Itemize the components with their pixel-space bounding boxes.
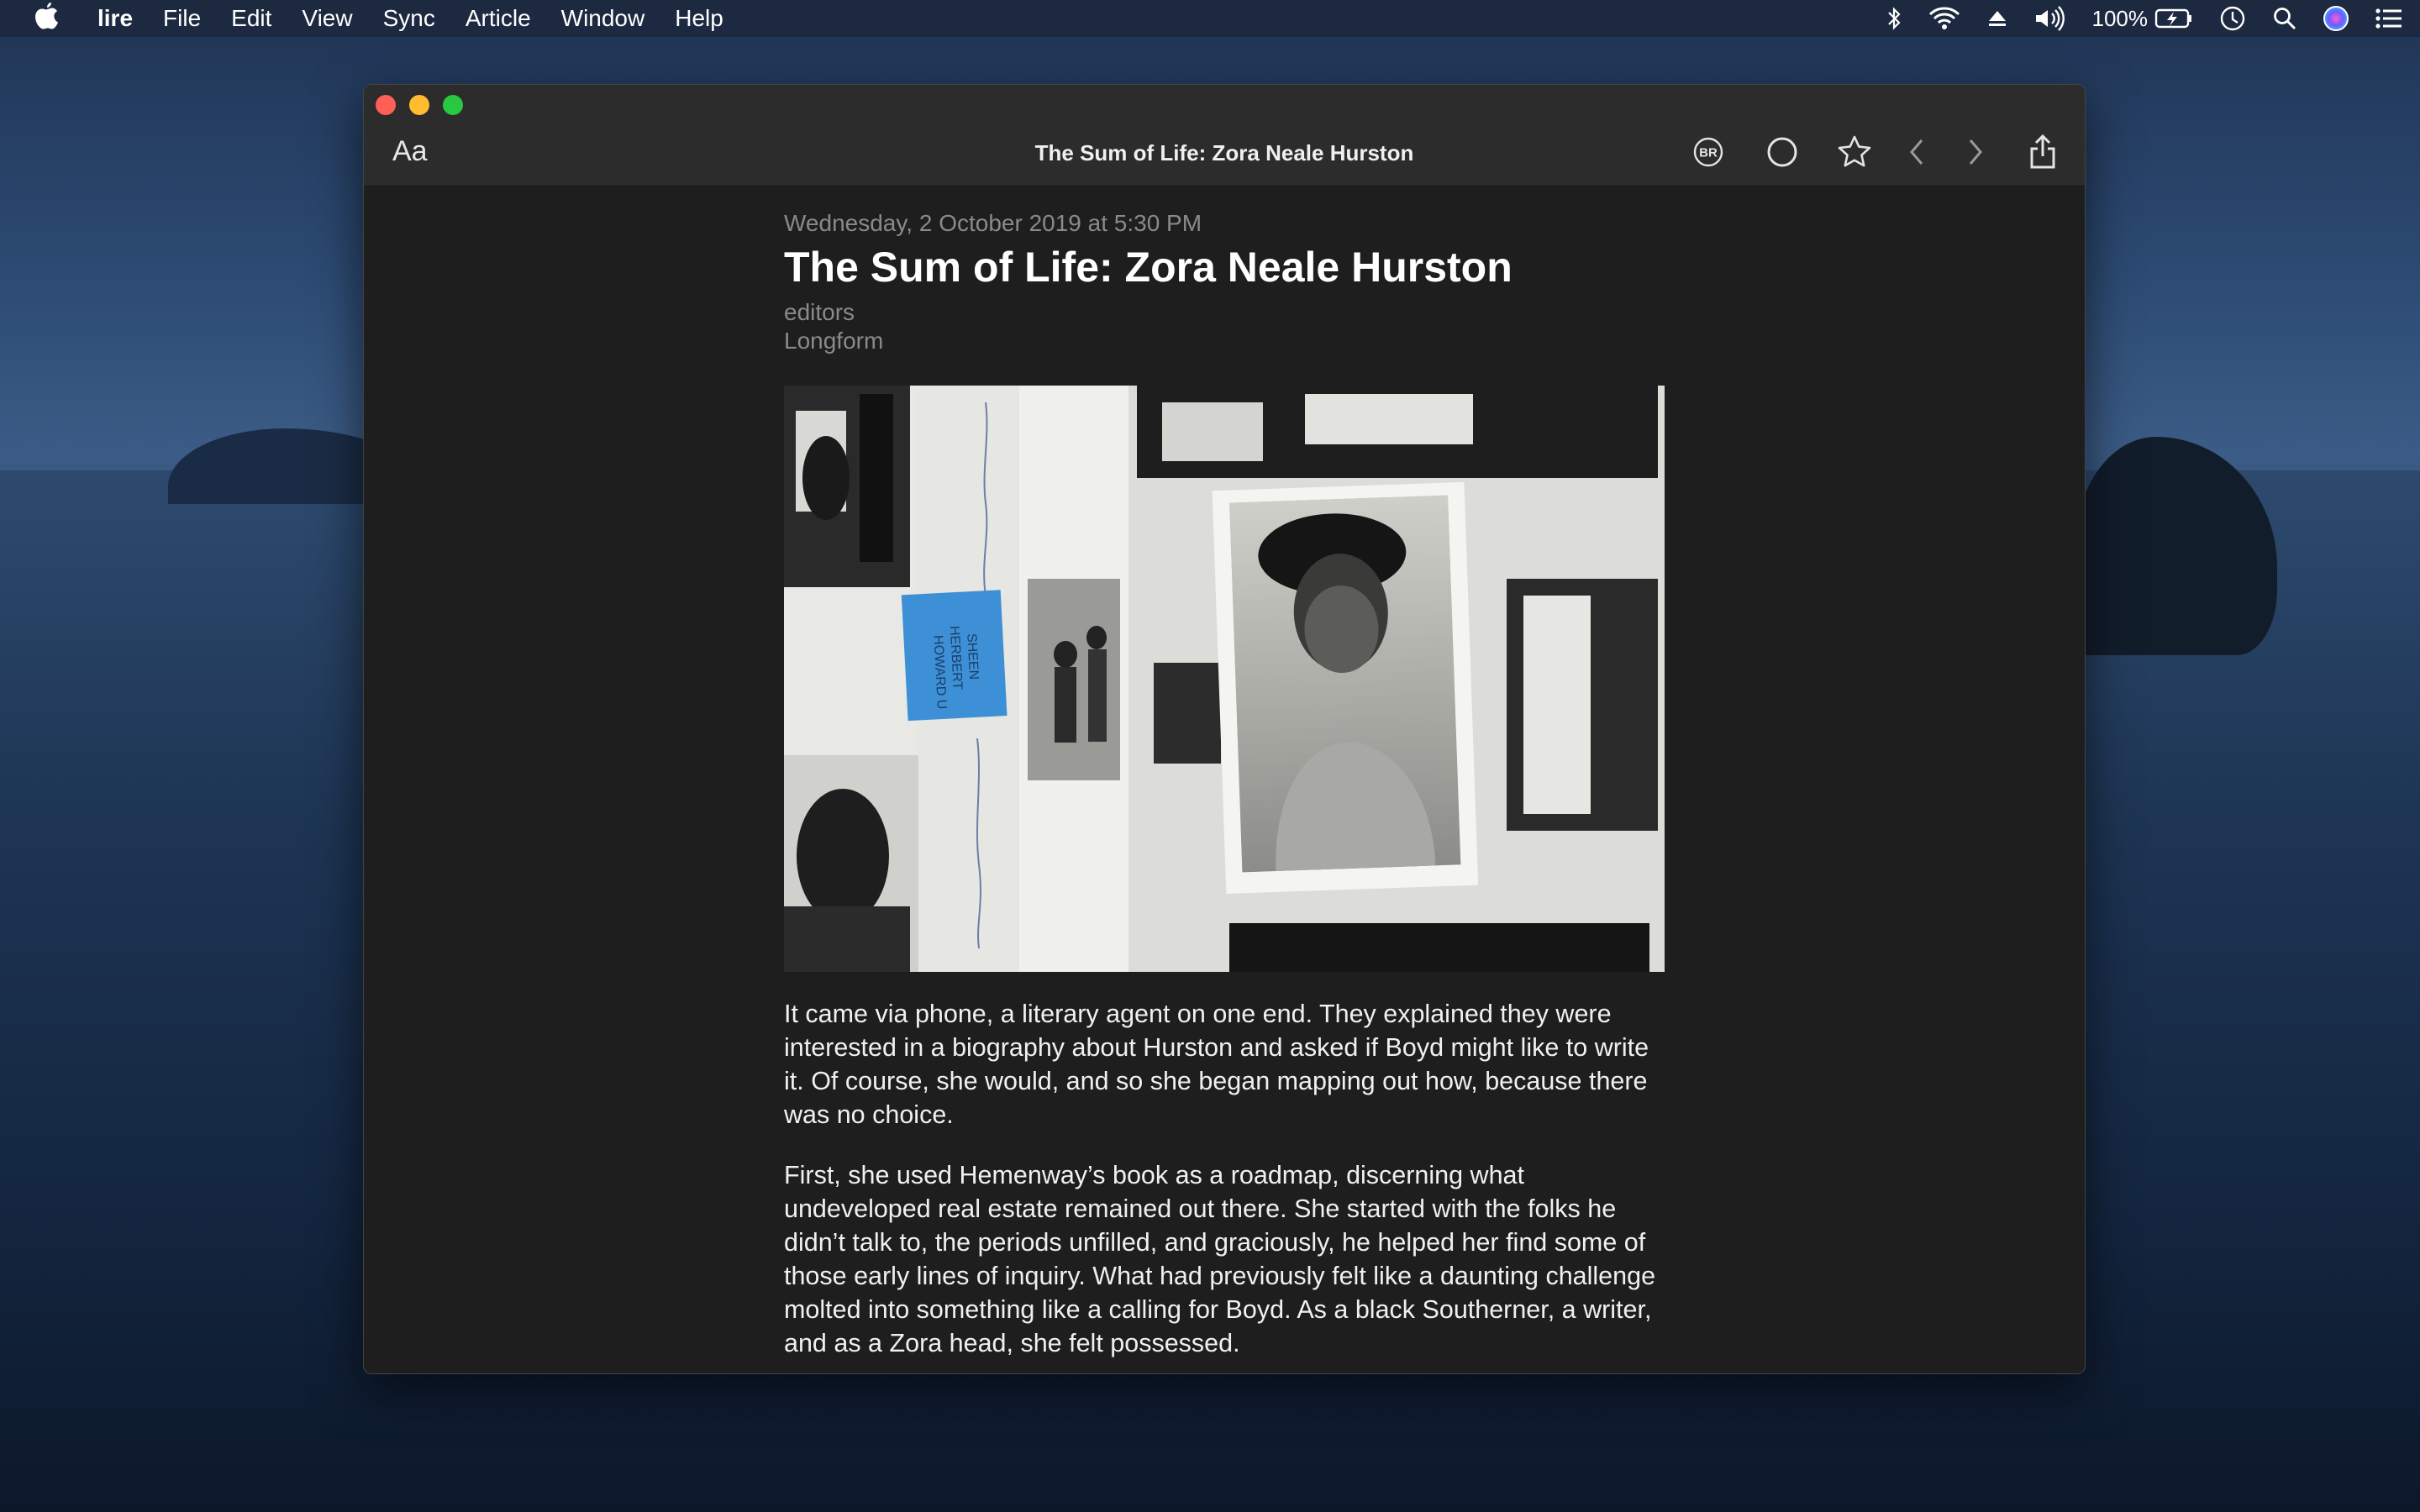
article-title: The Sum of Life: Zora Neale Hurston (784, 244, 1512, 291)
bluetooth-icon[interactable] (1886, 6, 1902, 31)
minimize-window-button[interactable] (409, 95, 429, 115)
menu-bar: lire File Edit View Sync Article Window … (0, 0, 2420, 37)
app-name-menu[interactable]: lire (97, 5, 133, 32)
spotlight-search-icon[interactable] (2272, 6, 2297, 31)
mark-unread-circle-icon[interactable] (1764, 134, 1801, 171)
window-title: The Sum of Life: Zora Neale Hurston (1034, 140, 1414, 165)
article-content: Wednesday, 2 October 2019 at 5:30 PM The… (784, 209, 1666, 1360)
battery-percent[interactable]: 100% (2092, 6, 2149, 32)
article-paragraph-1: It came via phone, a literary agent on o… (784, 1000, 1649, 1129)
menu-view[interactable]: View (302, 5, 352, 32)
volume-icon[interactable] (2033, 6, 2067, 31)
menu-window[interactable]: Window (561, 5, 645, 32)
close-window-button[interactable] (376, 95, 396, 115)
menu-file[interactable]: File (163, 5, 201, 32)
siri-icon[interactable] (2323, 5, 2349, 32)
share-icon[interactable] (2026, 134, 2060, 171)
toolbar: Aa The Sum of Life: Zora Neale Hurston B… (364, 85, 2085, 186)
battery-charging-icon[interactable] (2154, 8, 2193, 29)
article-paragraph-2: First, she used Hemenway’s book as a roa… (784, 1161, 1656, 1357)
article-author: editors (784, 299, 855, 325)
reader-window: Aa The Sum of Life: Zora Neale Hurston B… (363, 84, 2086, 1374)
eject-icon[interactable] (1986, 8, 2008, 29)
apple-menu-icon[interactable] (30, 1, 64, 36)
article-feed: Longform (784, 328, 884, 354)
browser-reader-button[interactable]: BR (1690, 134, 1727, 171)
sticky-note-line-3: SHEEN (964, 633, 981, 680)
next-article-chevron-icon[interactable] (1962, 134, 1989, 171)
desktop-cliff (2075, 437, 2277, 655)
zoom-window-button[interactable] (443, 95, 463, 115)
notification-center-icon[interactable] (2375, 7, 2403, 30)
menu-article[interactable]: Article (466, 5, 531, 32)
status-area: 100% (1860, 0, 2404, 37)
star-icon[interactable] (1836, 134, 1873, 171)
menu-help[interactable]: Help (675, 5, 723, 32)
article-hero-image: HOWARD U HERBERT SHEEN (784, 386, 1665, 972)
time-machine-icon[interactable] (2218, 4, 2247, 33)
menu-sync[interactable]: Sync (383, 5, 435, 32)
menu-edit[interactable]: Edit (231, 5, 271, 32)
br-badge-text: BR (1699, 146, 1718, 160)
article-date: Wednesday, 2 October 2019 at 5:30 PM (784, 210, 1202, 236)
wifi-icon[interactable] (1928, 6, 1961, 31)
previous-article-chevron-icon[interactable] (1903, 134, 1930, 171)
